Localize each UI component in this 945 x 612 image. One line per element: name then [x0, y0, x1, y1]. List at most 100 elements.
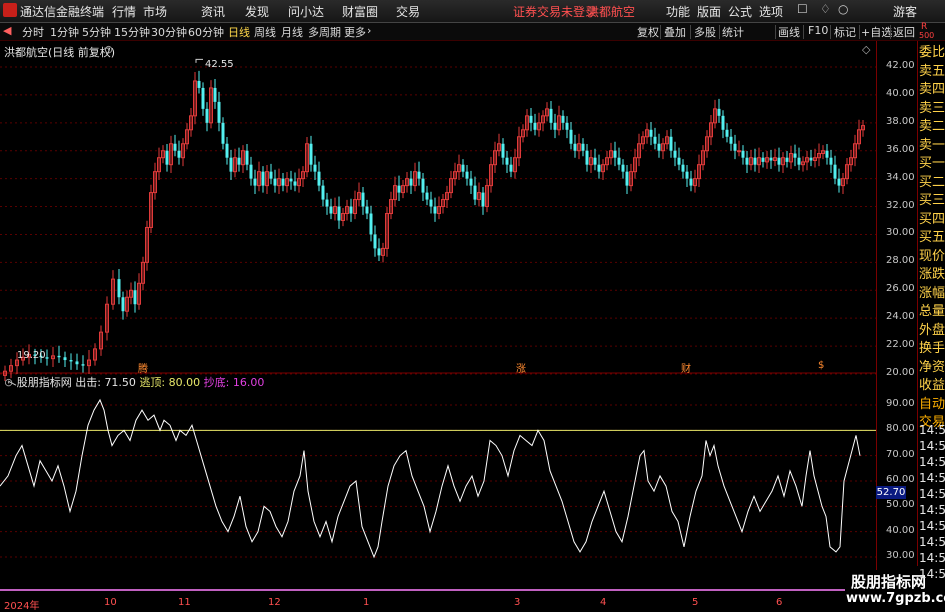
event-marker[interactable]: $	[818, 360, 824, 371]
candle-body	[553, 122, 557, 130]
trade-time: 14:56	[919, 455, 945, 469]
trade-login-notice[interactable]: 证券交易未登录	[513, 3, 597, 20]
event-marker[interactable]: 涨	[516, 360, 526, 375]
quote-panel-item[interactable]: 卖三	[919, 102, 945, 115]
btn-back[interactable]: 返回	[893, 24, 915, 40]
more-chevron-icon[interactable]: ›	[367, 24, 371, 37]
price-tick: 36.00	[886, 143, 915, 155]
quote-panel-item[interactable]: 自动	[919, 398, 945, 411]
candle-body	[529, 115, 533, 123]
menu-wealth[interactable]: 财富圈	[342, 3, 378, 20]
quote-panel-item[interactable]: 收益	[919, 379, 945, 392]
candle-body	[473, 185, 477, 200]
quote-panel-item[interactable]: 涨幅	[919, 287, 945, 300]
candle-body	[717, 108, 721, 116]
btn-draw-line[interactable]: 画线	[778, 24, 800, 40]
prev-arrow-icon[interactable]: ◀	[3, 24, 11, 37]
quote-panel-item[interactable]: 买三	[919, 194, 945, 207]
candle-body	[309, 143, 313, 165]
menu-discover[interactable]: 发现	[245, 3, 269, 20]
quote-panel-item[interactable]: 卖四	[919, 83, 945, 96]
menu-options[interactable]: 选项	[759, 3, 783, 20]
candle-body	[769, 157, 773, 161]
btn-add-favorite[interactable]: +自选	[861, 24, 892, 40]
quote-panel-item[interactable]: 卖五	[919, 65, 945, 78]
skin-icon[interactable]: ☐	[797, 2, 808, 16]
menu-news[interactable]: 资讯	[201, 3, 225, 20]
candle-body	[117, 279, 121, 298]
menu-market[interactable]: 行情	[112, 3, 136, 20]
app-logo-icon	[3, 3, 17, 17]
period-5min[interactable]: 5分钟	[82, 24, 111, 40]
price-tick: 32.00	[886, 199, 915, 211]
period-1min[interactable]: 1分钟	[50, 24, 79, 40]
help-icon[interactable]: ○	[838, 2, 848, 16]
menu-formula[interactable]: 公式	[728, 3, 752, 20]
quote-panel-item[interactable]: 净资	[919, 361, 945, 374]
menu-function[interactable]: 功能	[666, 3, 690, 20]
quote-panel-item[interactable]: 换手	[919, 342, 945, 355]
price-tick: 42.00	[886, 60, 915, 71]
quote-panel-item[interactable]: 总量	[919, 305, 945, 318]
chart-settings-icon[interactable]: ◇	[862, 43, 870, 56]
quote-panel-item[interactable]: 卖一	[919, 139, 945, 152]
period-daily[interactable]: 日线	[228, 24, 250, 40]
candle-body	[425, 192, 429, 200]
period-15min[interactable]: 15分钟	[114, 24, 150, 40]
notification-icon[interactable]: ♢	[820, 2, 831, 16]
menu-market-list[interactable]: 市场	[143, 3, 167, 20]
quote-panel-item[interactable]: 买五	[919, 231, 945, 244]
candle-body	[329, 206, 333, 214]
price-tick: 22.00	[886, 339, 915, 351]
period-more[interactable]: 更多	[344, 24, 366, 40]
btn-f10[interactable]: F10	[808, 24, 828, 37]
quote-panel-item[interactable]: 现价	[919, 250, 945, 263]
btn-mark[interactable]: 标记	[834, 24, 856, 40]
out-label: 出击:	[75, 376, 101, 389]
btn-statistics[interactable]: 统计	[722, 24, 744, 40]
candle-body	[289, 178, 293, 182]
event-marker[interactable]: 财	[681, 360, 691, 375]
chart-area[interactable]	[0, 41, 876, 596]
trade-time: 14:56	[919, 471, 945, 485]
candle-body	[825, 150, 829, 158]
indicator-current-value: 52.70	[876, 486, 906, 499]
btn-overlay[interactable]: 叠加	[664, 24, 686, 40]
guest-user[interactable]: 游客	[893, 3, 917, 20]
price-tick: 28.00	[886, 255, 915, 267]
candle-body	[373, 234, 377, 249]
event-marker[interactable]: 腾	[138, 360, 148, 375]
candle-body	[725, 129, 729, 137]
quote-panel-item[interactable]: 买二	[919, 176, 945, 189]
btn-restore-rights[interactable]: 复权	[637, 24, 659, 40]
quote-panel-item[interactable]: 买一	[919, 157, 945, 170]
period-60min[interactable]: 60分钟	[188, 24, 224, 40]
period-weekly[interactable]: 周线	[254, 24, 276, 40]
btn-multi-stock[interactable]: 多股	[694, 24, 716, 40]
menu-trade[interactable]: 交易	[396, 3, 420, 20]
stock-link[interactable]: 洪都航空	[587, 3, 635, 20]
title-chevron-icon[interactable]: ⊙	[104, 43, 113, 56]
quote-panel-item[interactable]: 涨跌	[919, 268, 945, 281]
candle-body	[729, 136, 733, 144]
price-tick: 20.00	[886, 367, 915, 378]
quote-panel-item[interactable]: 外盘	[919, 324, 945, 337]
candle-body	[777, 157, 781, 165]
period-monthly[interactable]: 月线	[281, 24, 303, 40]
quote-panel-item[interactable]: 委比	[919, 46, 945, 59]
date-tick: 2024年	[4, 601, 40, 612]
quote-panel-item[interactable]: 卖二	[919, 120, 945, 133]
period-tick[interactable]: 分时	[22, 24, 44, 40]
quote-panel-item[interactable]: 买四	[919, 213, 945, 226]
corner-num: 500	[919, 31, 935, 40]
menu-layout[interactable]: 版面	[697, 3, 721, 20]
period-30min[interactable]: 30分钟	[151, 24, 187, 40]
watermark-url: www.7gpzb.com	[846, 591, 945, 606]
chart-svg[interactable]	[0, 41, 876, 596]
candle-body	[121, 297, 125, 312]
menu-ask[interactable]: 问小达	[288, 3, 324, 20]
candle-body	[505, 157, 509, 165]
candle-body	[245, 150, 249, 165]
indicator-toggle-icon[interactable]: ⊙	[4, 376, 13, 389]
period-multi[interactable]: 多周期	[308, 24, 341, 40]
